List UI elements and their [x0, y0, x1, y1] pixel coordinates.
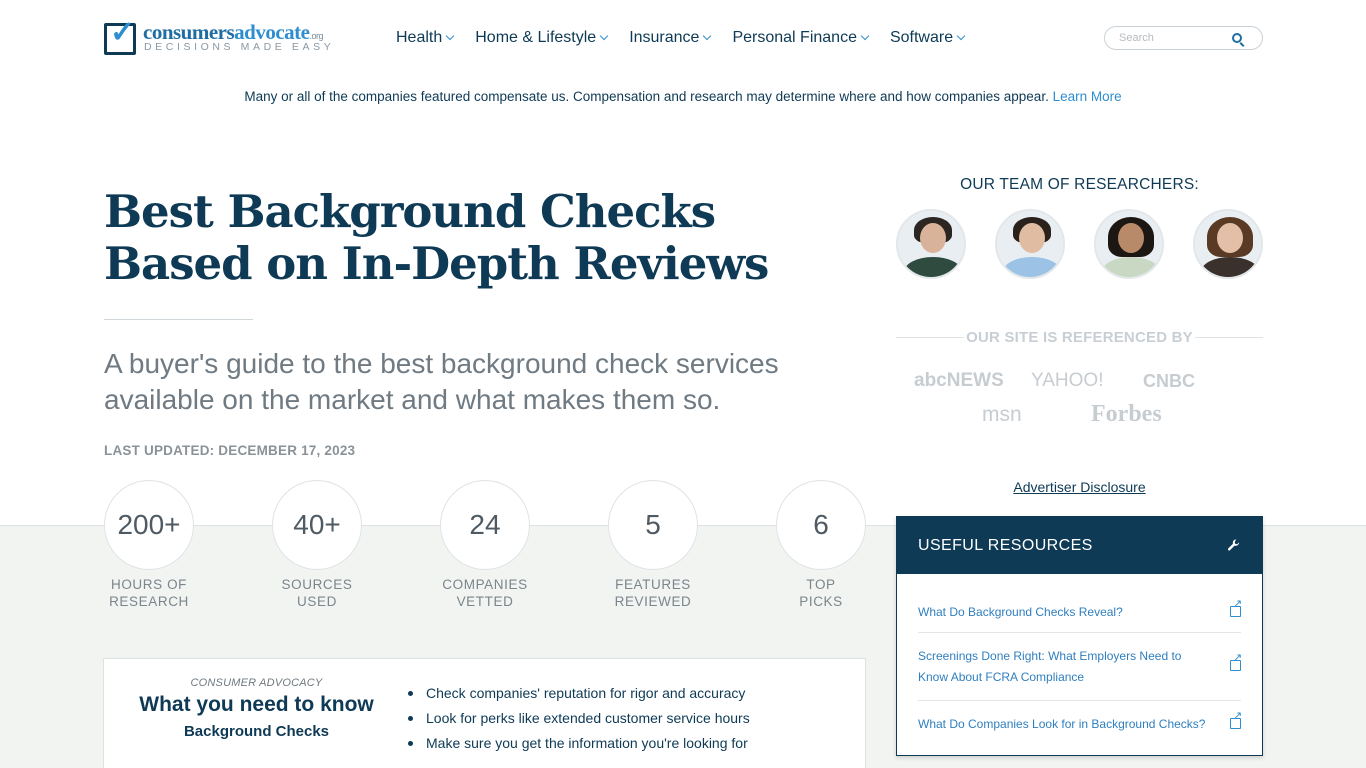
useful-resources-panel: USEFUL RESOURCES What Do Background Chec… — [896, 516, 1263, 756]
logo-checkbox-icon: ✓ — [104, 18, 136, 55]
nav-item-insurance[interactable]: Insurance — [629, 29, 712, 47]
main-nav: Health Home & Lifestyle Insurance Person… — [396, 29, 986, 47]
search-box — [1104, 26, 1263, 50]
site-header: ✓ consumersadvocate.org DECISIONS MADE E… — [0, 0, 1366, 76]
stat-label: SOURCES USED — [281, 577, 353, 609]
stat-label: COMPANIES VETTED — [442, 577, 528, 609]
stat-value: 40+ — [272, 480, 362, 570]
stat-sources: 40+ SOURCES USED — [272, 480, 362, 610]
resources-header: USEFUL RESOURCES — [897, 517, 1262, 574]
stat-top-picks: 6 TOP PICKS — [776, 480, 866, 610]
title-divider — [104, 319, 253, 320]
know-list: Check companies' reputation for rigor an… — [408, 685, 750, 760]
chevron-down-icon — [956, 31, 966, 41]
press-logo-cnbc: CNBC — [1143, 371, 1195, 391]
stat-label: HOURS OF RESEARCH — [109, 577, 189, 609]
stat-value: 200+ — [104, 480, 194, 570]
press-logo-yahoo: YAHOO! — [1031, 370, 1104, 391]
resource-link[interactable]: Screenings Done Right: What Employers Ne… — [918, 633, 1242, 701]
last-updated: LAST UPDATED: DECEMBER 17, 2023 — [104, 443, 356, 458]
chevron-down-icon — [860, 31, 870, 41]
wrench-icon — [1227, 539, 1240, 551]
stat-value: 5 — [608, 480, 698, 570]
stat-companies: 24 COMPANIES VETTED — [440, 480, 530, 610]
nav-item-health[interactable]: Health — [396, 29, 455, 47]
stat-features: 5 FEATURES REVIEWED — [608, 480, 698, 610]
avatar[interactable] — [995, 209, 1065, 279]
external-link-icon — [1230, 653, 1242, 671]
team-title: OUR TEAM OF RESEARCHERS: — [960, 176, 1199, 193]
search-icon[interactable] — [1232, 33, 1242, 43]
page-subtitle: A buyer's guide to the best background c… — [104, 348, 779, 415]
press-logo-abc: abcNEWS — [914, 370, 1004, 391]
external-link-icon — [1230, 599, 1242, 617]
stat-label: TOP PICKS — [799, 577, 843, 609]
stat-value: 6 — [776, 480, 866, 570]
know-subtitle: Background Checks — [183, 723, 330, 740]
nav-item-software[interactable]: Software — [890, 29, 966, 47]
referenced-by-heading: OUR SITE IS REFERENCED BY — [896, 329, 1263, 347]
site-logo[interactable]: ✓ consumersadvocate.org DECISIONS MADE E… — [104, 18, 344, 58]
chevron-down-icon — [703, 31, 712, 41]
compensation-disclosure: Many or all of the companies featured co… — [244, 89, 1122, 104]
nav-item-home-lifestyle[interactable]: Home & Lifestyle — [475, 29, 609, 47]
resource-link[interactable]: What Do Companies Look for in Background… — [918, 701, 1242, 747]
researcher-avatars — [896, 209, 1263, 279]
know-title: What you need to know — [139, 693, 374, 716]
stat-hours: 200+ HOURS OF RESEARCH — [104, 480, 194, 610]
avatar[interactable] — [896, 209, 966, 279]
chevron-down-icon — [446, 31, 455, 41]
avatar[interactable] — [1094, 209, 1164, 279]
list-item: Look for perks like extended customer se… — [408, 710, 750, 726]
search-input[interactable] — [1119, 30, 1229, 46]
advertiser-disclosure-link[interactable]: Advertiser Disclosure — [896, 479, 1263, 495]
list-item: Make sure you get the information you're… — [408, 735, 748, 751]
resource-link[interactable]: What Do Background Checks Reveal? — [918, 574, 1242, 633]
know-kicker: CONSUMER ADVOCACY — [190, 677, 323, 689]
stat-value: 24 — [440, 480, 530, 570]
external-link-icon — [1230, 711, 1242, 729]
page-title: Best Background Checks Based on In-Depth … — [104, 185, 769, 290]
press-logo-forbes: Forbes — [1091, 401, 1162, 427]
list-item: Check companies' reputation for rigor an… — [408, 685, 750, 701]
stat-label: FEATURES REVIEWED — [614, 577, 692, 609]
stats-row: 200+ HOURS OF RESEARCH 40+ SOURCES USED … — [104, 480, 866, 620]
what-you-need-to-know-box: CONSUMER ADVOCACY What you need to know … — [103, 658, 866, 768]
nav-item-personal-finance[interactable]: Personal Finance — [732, 29, 870, 47]
press-logo-msn: msn — [982, 403, 1022, 426]
chevron-down-icon — [599, 31, 609, 41]
logo-tagline: DECISIONS MADE EASY — [144, 41, 335, 53]
learn-more-link[interactable]: Learn More — [1053, 89, 1122, 104]
avatar[interactable] — [1193, 209, 1263, 279]
